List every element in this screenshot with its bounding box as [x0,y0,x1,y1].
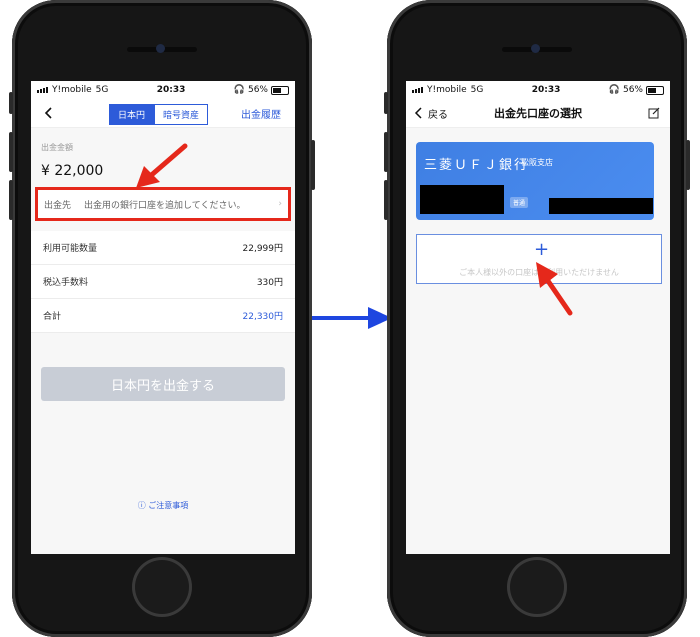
headphones-icon: 🎧 [233,85,245,95]
front-camera [531,44,540,53]
home-button[interactable] [507,557,567,617]
red-arrow-annotation [136,143,188,188]
bank-account-card[interactable]: 三菱ＵＦＪ銀行 松阪支店 普通 [416,142,654,220]
plus-icon: + [534,239,550,260]
volume-down-button [9,180,13,220]
row-label: 利用可能数量 [43,244,98,254]
status-bar: Y!mobile 5G 20:33 🎧 56% [31,81,295,99]
withdraw-jpy-button[interactable]: 日本円を出金する [41,367,285,401]
phone-right: Y!mobile 5G 20:33 🎧 56% 戻る 出金先口座の選択 三菱ＵＦ… [384,0,690,637]
list-item: 利用可能数量 22,999円 [31,231,295,265]
battery-percent: 56% [622,85,643,95]
clock: 20:33 [156,85,186,95]
notice-link[interactable]: ⓘ ご注意事項 [31,500,295,511]
network-label: 5G [95,85,109,95]
home-button[interactable] [132,557,192,617]
destination-label: 出金先 [44,200,72,211]
phone-left: Y!mobile 5G 20:33 🎧 56% 日本円 暗号資産 出金履歴 出金… [9,0,315,637]
row-value: 330円 [256,278,283,288]
row-value: 22,999円 [242,244,284,254]
destination-field[interactable]: 出金先 出金用の銀行口座を追加してください。 › [35,187,291,221]
status-bar: Y!mobile 5G 20:33 🎧 56% [406,81,670,99]
signal-icon [37,87,48,93]
row-value: 22,330円 [242,312,284,322]
tab-crypto[interactable]: 暗号資産 [154,104,209,125]
volume-down-button [384,180,388,220]
volume-up-button [384,132,388,172]
battery-icon [270,85,289,95]
list-item: 税込手数料 330円 [31,265,295,299]
carrier-label: Y!mobile [427,85,467,95]
redacted-block [420,185,504,214]
list-item: 合計 22,330円 [31,299,295,333]
branch-name: 松阪支店 [521,158,553,167]
page-title: 出金先口座の選択 [494,107,582,120]
row-label: 合計 [43,312,62,322]
red-arrow-annotation [536,262,573,316]
edit-icon[interactable] [648,107,660,119]
flow-arrow [312,307,392,329]
clock: 20:33 [531,85,561,95]
power-button [311,140,315,190]
bank-name: 三菱ＵＦＪ銀行 [424,158,530,173]
redacted-block [549,198,653,214]
currency-segment: 日本円 暗号資産 [109,104,209,125]
carrier-label: Y!mobile [52,85,92,95]
volume-up-button [9,132,13,172]
front-camera [156,44,165,53]
row-label: 税込手数料 [43,278,89,288]
network-label: 5G [470,85,484,95]
account-type-badge: 普通 [510,197,529,208]
headphones-icon: 🎧 [608,85,620,95]
mute-switch [384,92,388,114]
tab-jpy[interactable]: 日本円 [109,104,155,125]
chevron-right-icon: › [278,199,282,209]
destination-placeholder: 出金用の銀行口座を追加してください。 [84,200,246,211]
nav-bar: 戻る 出金先口座の選択 [406,99,670,128]
nav-bar: 日本円 暗号資産 出金履歴 [31,99,295,128]
chevron-left-icon[interactable] [41,105,57,121]
withdraw-history-link[interactable]: 出金履歴 [241,106,281,121]
battery-icon [645,85,664,95]
mute-switch [9,92,13,114]
signal-icon [412,87,423,93]
notice-label: ご注意事項 [148,501,189,510]
summary-list: 利用可能数量 22,999円 税込手数料 330円 合計 22,330円 [31,231,295,333]
battery-percent: 56% [247,85,268,95]
power-button [686,140,690,190]
info-icon: ⓘ [137,501,146,510]
